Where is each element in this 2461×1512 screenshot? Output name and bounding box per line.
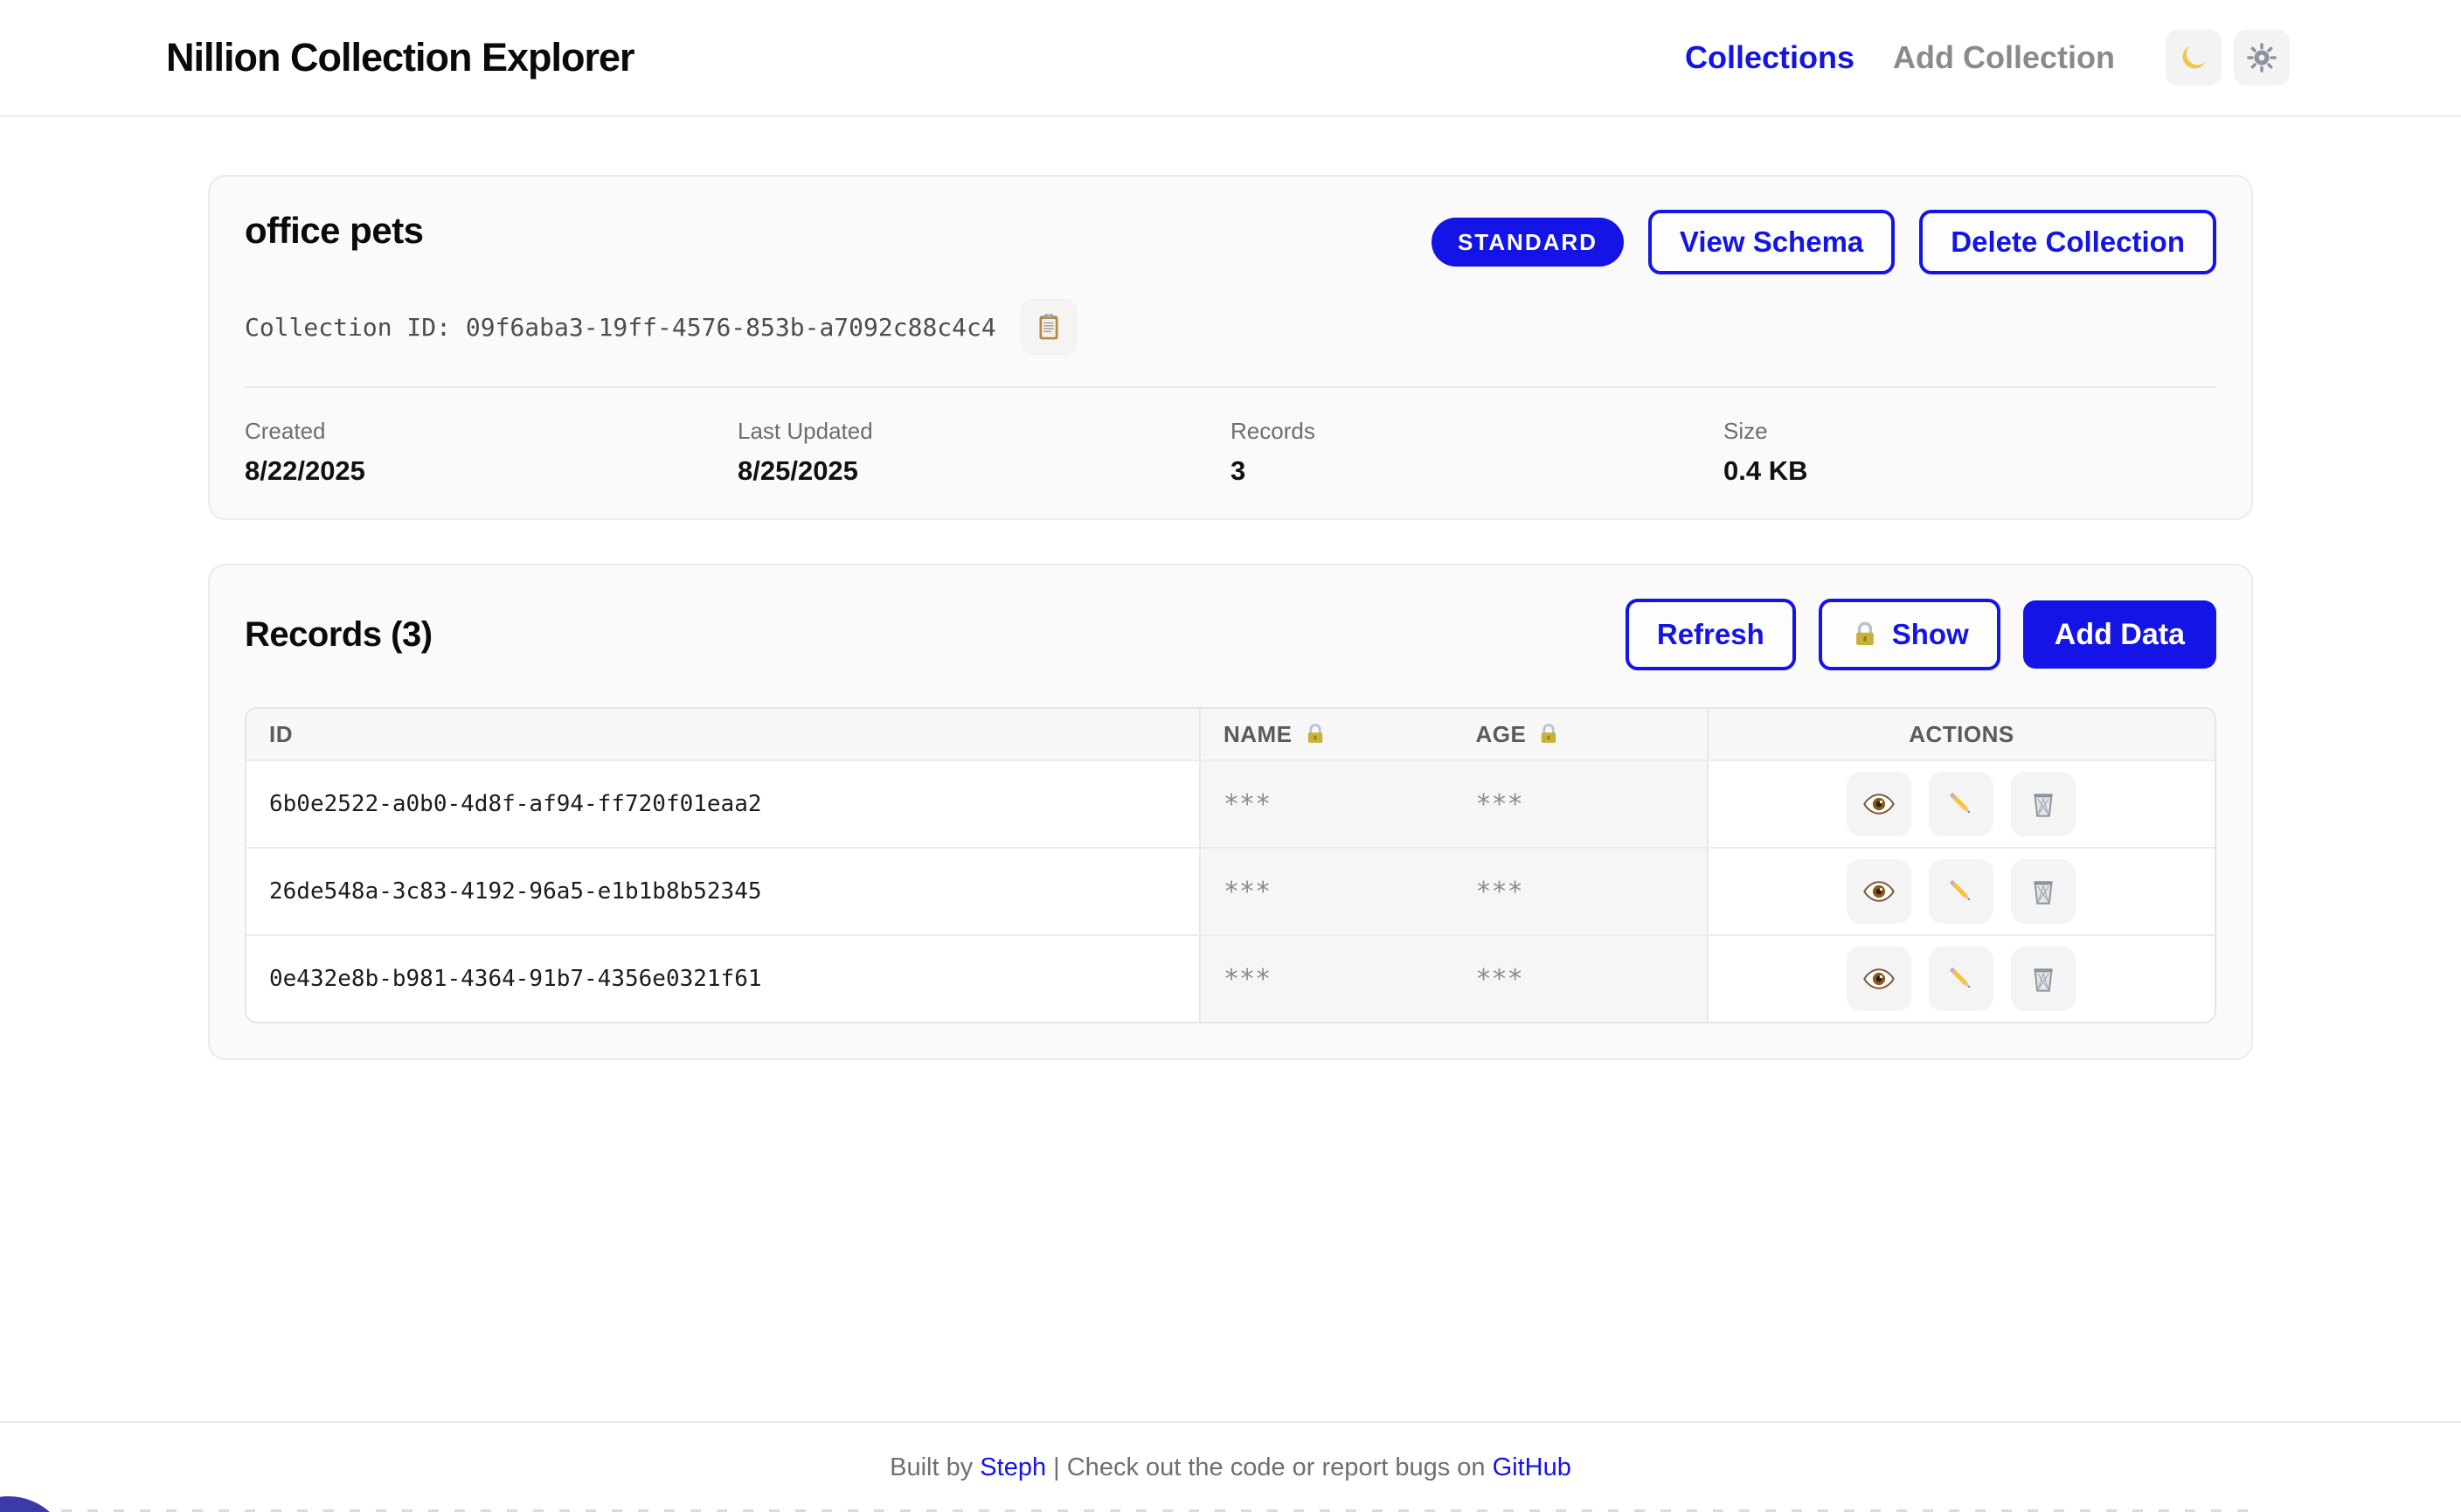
delete-record-button[interactable] [2011,772,2076,836]
column-header-id: ID [246,709,1199,759]
record-name-cell: *** [1199,849,1453,934]
record-actions-cell [1707,849,2215,934]
wastebasket-icon [2027,962,2060,995]
refresh-button[interactable]: Refresh [1626,599,1796,670]
github-link[interactable]: GitHub [1493,1453,1571,1481]
view-record-button[interactable] [1847,859,1911,924]
header-icon-buttons [2166,30,2290,86]
records-table-body: 6b0e2522-a0b0-4d8f-af94-ff720f01eaa2 ***… [246,759,2215,1022]
view-record-button[interactable] [1847,772,1911,836]
add-data-button[interactable]: Add Data [2023,600,2216,669]
page-footer: Built by Steph | Check out the code or r… [0,1421,2461,1512]
collection-stats: Created 8/22/2025 Last Updated 8/25/2025… [245,418,2216,487]
collection-id-text: Collection ID: 09f6aba3-19ff-4576-853b-a… [245,313,996,342]
stat-created: Created 8/22/2025 [245,418,738,487]
card-divider [245,386,2216,388]
top-navigation-bar: Nillion Collection Explorer Collections … [0,0,2461,117]
record-actions-cell [1707,936,2215,1022]
table-header-row: ID NAME AGE ACTIONS [246,709,2215,759]
edit-record-button[interactable] [1929,947,1993,1011]
collection-actions: STANDARD View Schema Delete Collection [1432,210,2216,274]
collection-type-badge: STANDARD [1432,218,1624,267]
clipboard-icon [1033,311,1064,343]
eye-icon [1862,875,1896,908]
column-header-name: NAME [1199,709,1453,759]
record-id-cell: 0e432e8b-b981-4364-91b7-4356e0321f61 [246,936,1199,1022]
column-header-age: AGE [1452,709,1707,759]
edit-record-button[interactable] [1929,859,1993,924]
eye-icon [1862,962,1896,995]
padlock-icon [1536,722,1561,746]
nav-link-collections[interactable]: Collections [1685,39,1854,76]
table-row: 6b0e2522-a0b0-4d8f-af94-ff720f01eaa2 ***… [246,759,2215,847]
stat-last-updated: Last Updated 8/25/2025 [738,418,1230,487]
collection-card: office pets STANDARD View Schema Delete … [208,175,2253,520]
eye-icon [1862,787,1896,821]
column-header-actions: ACTIONS [1707,709,2215,759]
pencil-icon [1945,787,1978,821]
theme-toggle-button[interactable] [2166,30,2222,86]
nav-link-add-collection[interactable]: Add Collection [1893,39,2115,76]
records-title: Records (3) [245,615,433,655]
crescent-moon-icon [2177,41,2210,74]
record-id-cell: 6b0e2522-a0b0-4d8f-af94-ff720f01eaa2 [246,761,1199,847]
record-name-cell: *** [1199,936,1453,1022]
author-link[interactable]: Steph [980,1453,1046,1481]
gear-icon [2245,41,2278,74]
record-id-cell: 26de548a-3c83-4192-96a5-e1b1b8b52345 [246,849,1199,934]
wastebasket-icon [2027,875,2060,908]
delete-record-button[interactable] [2011,947,2076,1011]
records-card: Records (3) Refresh Show Add Data ID [208,564,2253,1060]
collection-name: office pets [245,210,424,252]
stat-size: Size 0.4 KB [1723,418,2216,487]
record-name-cell: *** [1199,761,1453,847]
view-schema-button[interactable]: View Schema [1648,210,1895,274]
records-actions: Refresh Show Add Data [1626,599,2216,670]
app-title: Nillion Collection Explorer [166,35,634,80]
padlock-icon [1303,722,1328,746]
view-record-button[interactable] [1847,947,1911,1011]
delete-record-button[interactable] [2011,859,2076,924]
header-nav: Collections Add Collection [1685,30,2290,86]
settings-button[interactable] [2234,30,2290,86]
show-values-button[interactable]: Show [1819,599,2000,670]
padlock-icon [1850,620,1880,649]
app-window: Nillion Collection Explorer Collections … [0,0,2461,1512]
table-row: 0e432e8b-b981-4364-91b7-4356e0321f61 ***… [246,934,2215,1022]
delete-collection-button[interactable]: Delete Collection [1919,210,2216,274]
main-content: office pets STANDARD View Schema Delete … [208,175,2253,1060]
record-actions-cell [1707,761,2215,847]
wastebasket-icon [2027,787,2060,821]
record-age-cell: *** [1452,849,1707,934]
pencil-icon [1945,962,1978,995]
record-age-cell: *** [1452,761,1707,847]
pencil-icon [1945,875,1978,908]
records-table: ID NAME AGE ACTIONS 6b0e2522-a0b0-4d [245,707,2216,1023]
table-row: 26de548a-3c83-4192-96a5-e1b1b8b52345 ***… [246,847,2215,934]
footer-text: Built by Steph | Check out the code or r… [890,1453,1571,1482]
copy-collection-id-button[interactable] [1021,299,1077,355]
edit-record-button[interactable] [1929,772,1993,836]
stat-records: Records 3 [1230,418,1723,487]
record-age-cell: *** [1452,936,1707,1022]
